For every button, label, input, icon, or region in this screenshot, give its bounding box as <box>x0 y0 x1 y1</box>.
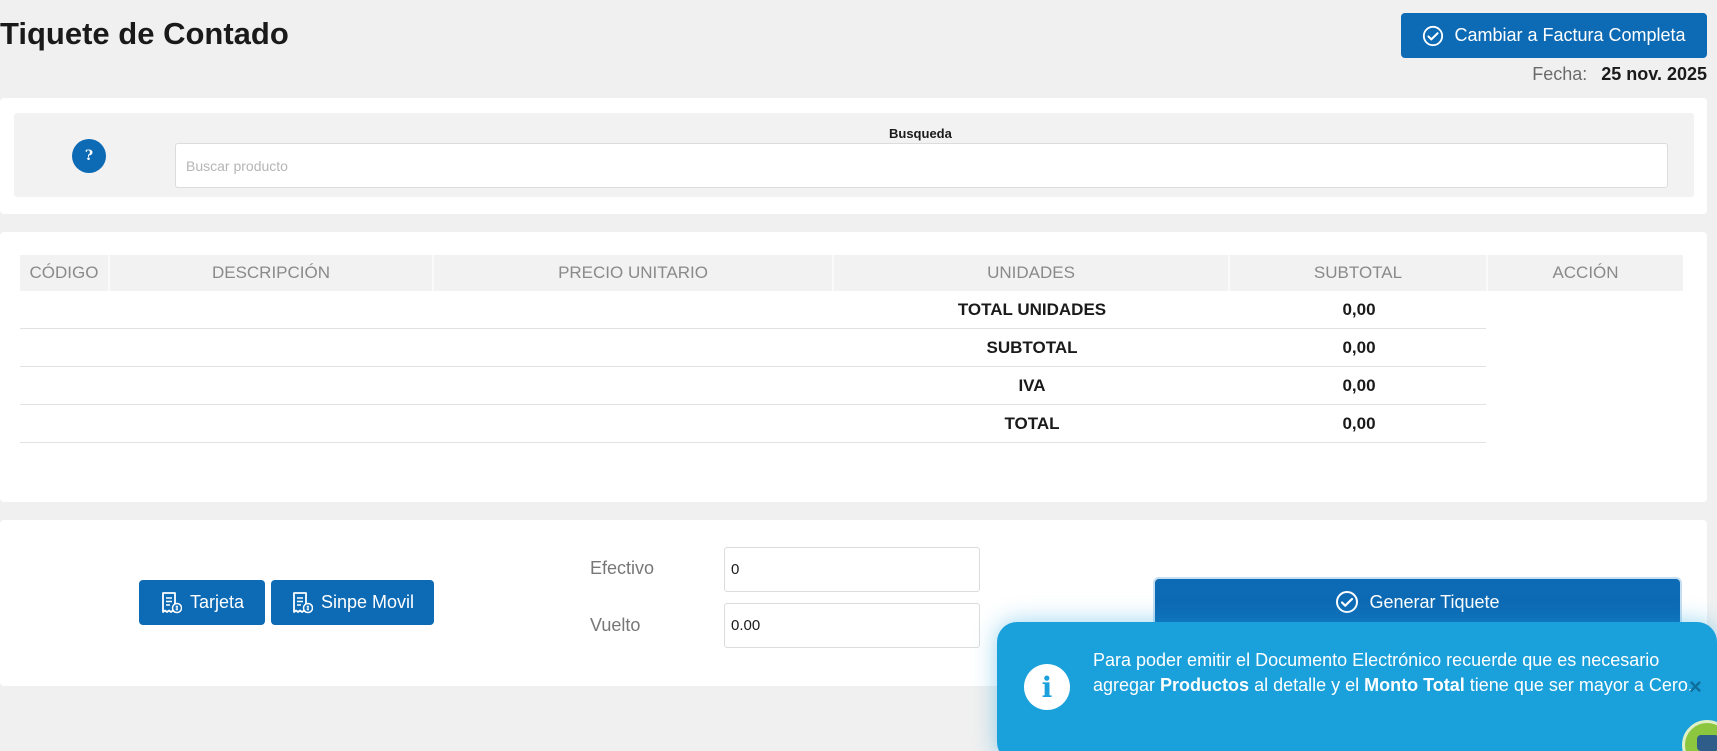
column-header-code: CÓDIGO <box>20 255 110 291</box>
date-display: Fecha: 25 nov. 2025 <box>1532 64 1707 85</box>
cash-input[interactable] <box>724 547 980 592</box>
summary-row-total-units: TOTAL UNIDADES 0,00 <box>20 291 1486 329</box>
date-value: 25 nov. 2025 <box>1601 64 1707 84</box>
summary-row-iva: IVA 0,00 <box>20 367 1486 405</box>
column-header-units: UNIDADES <box>834 255 1230 291</box>
table-header: CÓDIGO DESCRIPCIÓN PRECIO UNITARIO UNIDA… <box>20 255 1683 291</box>
toast-bold-products: Productos <box>1160 675 1250 695</box>
search-panel: ? Busqueda <box>0 98 1707 214</box>
summary-label: TOTAL <box>1004 414 1060 433</box>
check-circle-icon <box>1336 591 1359 613</box>
search-inner: ? Busqueda <box>14 113 1694 197</box>
switch-to-full-invoice-button[interactable]: Cambiar a Factura Completa <box>1401 13 1707 58</box>
card-button-label: Tarjeta <box>189 592 245 612</box>
switch-button-label: Cambiar a Factura Completa <box>1454 25 1686 45</box>
summary-label: IVA <box>1018 376 1046 395</box>
date-label: Fecha: <box>1532 64 1588 84</box>
summary-value: 0,00 <box>1342 414 1376 433</box>
info-icon: i <box>1024 664 1070 710</box>
summary-label: SUBTOTAL <box>986 338 1078 357</box>
change-input[interactable] <box>724 603 980 648</box>
summary-value: 0,00 <box>1342 338 1376 357</box>
close-icon[interactable]: × <box>1689 674 1702 700</box>
sinpe-button-label: Sinpe Movil <box>320 592 415 612</box>
check-circle-icon <box>1423 25 1444 46</box>
card-payment-button[interactable]: Tarjeta <box>139 580 265 625</box>
toast-bold-total: Monto Total <box>1364 675 1465 695</box>
info-toast: i Para poder emitir el Documento Electró… <box>997 622 1717 751</box>
column-header-description: DESCRIPCIÓN <box>110 255 434 291</box>
column-header-action: ACCIÓN <box>1552 263 1619 282</box>
sinpe-payment-button[interactable]: Sinpe Movil <box>271 580 434 625</box>
receipt-dollar-icon <box>162 591 182 613</box>
search-label: Busqueda <box>889 126 952 141</box>
generate-ticket-button[interactable]: Generar Tiquete <box>1155 579 1680 625</box>
question-icon[interactable]: ? <box>72 139 106 173</box>
summary-value: 0,00 <box>1342 376 1376 395</box>
column-header-subtotal: SUBTOTAL <box>1230 255 1488 291</box>
page-title: Tiquete de Contado <box>0 16 289 51</box>
summary-row-subtotal: SUBTOTAL 0,00 <box>20 329 1486 367</box>
summary-row-total: TOTAL 0,00 <box>20 405 1486 443</box>
search-input[interactable] <box>175 143 1668 188</box>
change-label: Vuelto <box>590 615 641 635</box>
column-header-unit-price: PRECIO UNITARIO <box>434 255 834 291</box>
summary-value: 0,00 <box>1342 300 1376 319</box>
summary-label: TOTAL UNIDADES <box>957 300 1107 319</box>
receipt-dollar-icon <box>293 591 313 613</box>
cash-label: Efectivo <box>590 558 655 578</box>
product-table: CÓDIGO DESCRIPCIÓN PRECIO UNITARIO UNIDA… <box>0 232 1707 502</box>
toast-text-part: tiene que ser mayor a Cero. <box>1464 675 1693 695</box>
toast-text-part: al detalle y el <box>1249 675 1365 695</box>
toast-message: Para poder emitir el Documento Electróni… <box>1093 648 1693 698</box>
generate-button-label: Generar Tiquete <box>1369 591 1500 612</box>
robot-face <box>1697 735 1717 751</box>
